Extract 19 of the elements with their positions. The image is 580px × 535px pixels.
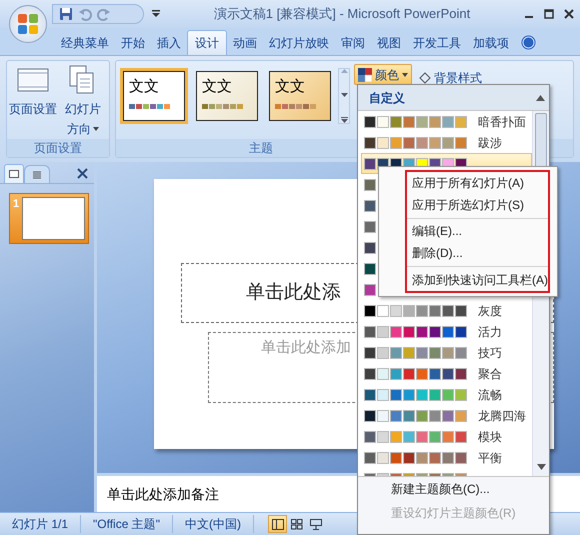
slide-number: 1 <box>13 197 20 212</box>
scheme-name: 聚合 <box>478 366 502 382</box>
title-placeholder-text: 单击此处添 <box>246 280 341 305</box>
scheme-name: 灰度 <box>478 302 502 320</box>
scheme-name: 模块 <box>478 428 502 446</box>
status-text: "Office 主题" <box>81 515 173 533</box>
section-header: 自定义 <box>369 90 406 106</box>
notes-text: 单击此处添加备注 <box>107 484 219 504</box>
status-text: 中文(中国) <box>173 515 254 533</box>
scheme-name: 流畅 <box>478 386 502 404</box>
status-text: 幻灯片 1/1 <box>0 515 82 533</box>
subtitle-placeholder-text: 单击此处添加 <box>261 338 351 358</box>
window-title: 演示文稿1 [兼容模式] - Microsoft PowerPoint <box>212 5 472 24</box>
scheme-name: 技巧 <box>478 344 502 362</box>
group-label: 页面设置 <box>7 139 109 157</box>
scheme-name: 平衡 <box>478 450 502 466</box>
scheme-name: 暗香扑面 <box>478 114 526 130</box>
scheme-name: 龙腾四海 <box>478 408 526 424</box>
scheme-name: 活力 <box>478 324 502 340</box>
